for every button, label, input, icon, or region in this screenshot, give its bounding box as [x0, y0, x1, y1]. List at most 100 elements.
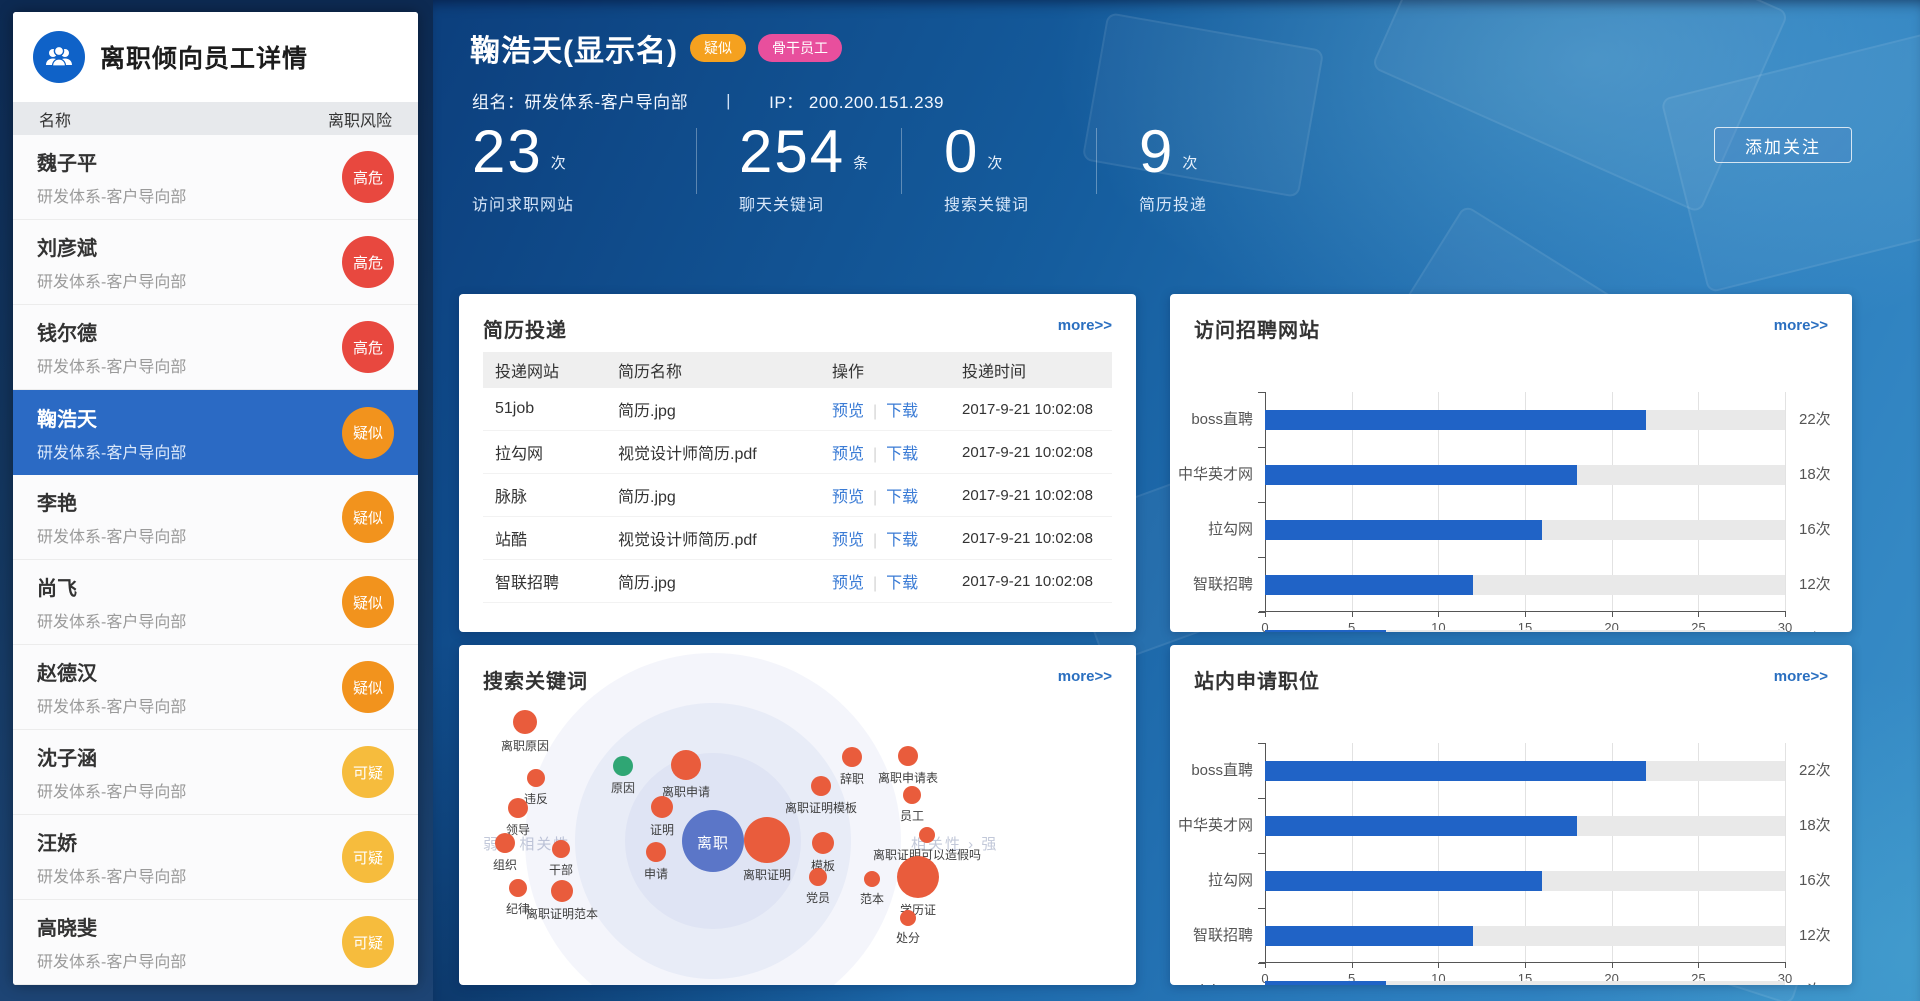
- bar-track: [1265, 926, 1785, 946]
- employee-dept: 研发体系-客户导向部: [37, 183, 186, 207]
- group-name-label: 组名：研发体系-客户导向部: [472, 88, 688, 113]
- keyword-bubble: [551, 880, 573, 902]
- risk-badge: 疑似: [342, 491, 394, 543]
- resume-row: 拉勾网视觉设计师简历.pdf预览|下载2017-9-21 10:02:08: [483, 431, 1112, 474]
- employee-row[interactable]: 钱尔德研发体系-客户导向部高危: [13, 305, 418, 390]
- download-link[interactable]: 下载: [886, 575, 918, 592]
- employee-row[interactable]: 赵德汉研发体系-客户导向部疑似: [13, 645, 418, 730]
- employee-dept: 研发体系-客户导向部: [37, 353, 186, 377]
- action-separator: |: [873, 532, 877, 549]
- resume-time: 2017-9-21 10:02:08: [962, 530, 1112, 547]
- resume-site: 51job: [483, 400, 618, 418]
- people-group-icon: [33, 31, 85, 83]
- employee-row[interactable]: 汪娇研发体系-客户导向部可疑: [13, 815, 418, 900]
- employee-dept: 研发体系-客户导向部: [37, 268, 186, 292]
- keyword-bubble: [898, 746, 918, 766]
- employee-name: 钱尔德: [37, 317, 186, 346]
- stat-divider: [901, 128, 902, 194]
- download-link[interactable]: 下载: [886, 489, 918, 506]
- col-time: 投递时间: [962, 358, 1112, 382]
- resume-site: 智联招聘: [483, 569, 618, 593]
- panel-title: 简历投递: [483, 314, 567, 343]
- action-separator: |: [873, 446, 877, 463]
- bar: [1265, 520, 1542, 540]
- stat-resume-submits: 9次 简历投递: [1139, 122, 1289, 215]
- risk-badge: 可疑: [342, 746, 394, 798]
- bar-track: [1265, 520, 1785, 540]
- stat-chat-keywords: 254条 聊天关键词: [739, 122, 889, 215]
- employee-row[interactable]: 高晓斐研发体系-客户导向部可疑: [13, 900, 418, 985]
- meta-divider: |: [726, 91, 731, 111]
- preview-link[interactable]: 预览: [832, 446, 864, 463]
- keyword-bubble: [513, 710, 537, 734]
- employee-detail-header: 鞠浩天(显示名) 疑似 骨干员工: [470, 26, 842, 70]
- keyword-bubble: [613, 756, 633, 776]
- employee-row[interactable]: 刘彦斌研发体系-客户导向部高危: [13, 220, 418, 305]
- employee-text: 魏子平研发体系-客户导向部: [37, 147, 186, 207]
- sidebar-title: 离职倾向员工详情: [100, 39, 308, 75]
- add-follow-button[interactable]: 添加关注: [1714, 127, 1852, 163]
- employee-text: 沈子涵研发体系-客户导向部: [37, 742, 186, 802]
- employee-name: 赵德汉: [37, 657, 186, 686]
- bar: [1265, 981, 1386, 985]
- more-link[interactable]: more>>: [1058, 668, 1112, 685]
- col-file: 简历名称: [618, 358, 832, 382]
- employee-name: 尚飞: [37, 572, 186, 601]
- gridline: [1785, 392, 1786, 611]
- employee-dept: 研发体系-客户导向部: [37, 439, 186, 463]
- risk-badge: 疑似: [342, 407, 394, 459]
- column-risk-label: 离职风险: [328, 107, 392, 131]
- y-axis-tick: [1258, 502, 1265, 503]
- bar: [1265, 816, 1577, 836]
- employee-name: 李艳: [37, 487, 186, 516]
- preview-link[interactable]: 预览: [832, 532, 864, 549]
- bar-category-label: 51job.com: [1170, 630, 1253, 632]
- bar: [1265, 926, 1473, 946]
- stat-unit: 条: [853, 152, 868, 173]
- preview-link[interactable]: 预览: [832, 575, 864, 592]
- employee-row[interactable]: 沈子涵研发体系-客户导向部 可疑: [13, 730, 418, 815]
- resume-table-body: 51job简历.jpg预览|下载2017-9-21 10:02:08拉勾网视觉设…: [483, 388, 1112, 603]
- stat-label: 搜索关键词: [944, 191, 1054, 215]
- more-link[interactable]: more>>: [1058, 317, 1112, 334]
- employee-text: 高晓斐研发体系-客户导向部: [37, 912, 186, 972]
- search-keywords-panel: 搜索关键词 more>> 弱 ‹ 相关性相关性 › 强离职原因违反原因离职申请证…: [459, 645, 1136, 985]
- action-separator: |: [873, 575, 877, 592]
- axis-tick: [1785, 611, 1786, 617]
- resume-time: 2017-9-21 10:02:08: [962, 573, 1112, 590]
- employee-text: 汪娇研发体系-客户导向部: [37, 827, 186, 887]
- bar-track: [1265, 465, 1785, 485]
- risk-badge: 高危: [342, 151, 394, 203]
- stat-value: 9: [1139, 122, 1174, 182]
- bar: [1265, 871, 1542, 891]
- employee-row[interactable]: 鞠浩天研发体系-客户导向部疑似: [13, 390, 418, 475]
- employee-sidebar: 离职倾向员工详情 名称 离职风险 魏子平研发体系-客户导向部高危刘彦斌研发体系-…: [13, 12, 418, 985]
- employee-row[interactable]: 尚飞研发体系-客户导向部疑似: [13, 560, 418, 645]
- preview-link[interactable]: 预览: [832, 489, 864, 506]
- bar: [1265, 465, 1577, 485]
- resume-site: 拉勾网: [483, 440, 618, 464]
- keyword-bubble: [552, 840, 570, 858]
- y-axis-tick: [1258, 447, 1265, 448]
- resume-time: 2017-9-21 10:02:08: [962, 487, 1112, 504]
- download-link[interactable]: 下载: [886, 446, 918, 463]
- bar-category-label: 51job.com: [1170, 981, 1253, 985]
- bar-category-label: 智联招聘: [1170, 926, 1253, 946]
- keyword-bubble: [809, 868, 827, 886]
- download-link[interactable]: 下载: [886, 532, 918, 549]
- employee-dept: 研发体系-客户导向部: [37, 778, 186, 802]
- preview-link[interactable]: 预览: [832, 403, 864, 420]
- employee-row[interactable]: 魏子平研发体系-客户导向部 高危: [13, 135, 418, 220]
- employee-dept: 研发体系-客户导向部: [37, 863, 186, 887]
- resume-file: 简历.jpg: [618, 483, 832, 507]
- bar-value-label: 22次: [1799, 410, 1831, 430]
- employee-row[interactable]: 李艳研发体系-客户导向部疑似: [13, 475, 418, 560]
- employee-text: 钱尔德研发体系-客户导向部: [37, 317, 186, 377]
- y-axis-tick: [1258, 392, 1265, 393]
- stat-label: 聊天关键词: [739, 191, 859, 215]
- resume-file: 视觉设计师简历.pdf: [618, 526, 832, 550]
- resume-table: 投递网站 简历名称 操作 投递时间 51job简历.jpg预览|下载2017-9…: [483, 352, 1112, 603]
- gridline: [1785, 743, 1786, 962]
- download-link[interactable]: 下载: [886, 403, 918, 420]
- employee-text: 刘彦斌研发体系-客户导向部: [37, 232, 186, 292]
